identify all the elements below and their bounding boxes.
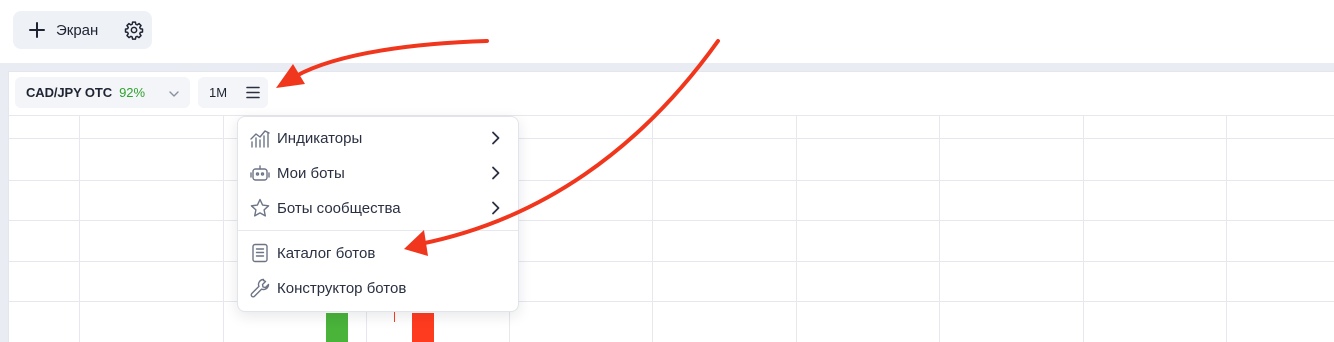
grid-line — [796, 116, 797, 342]
menu-item-label: Конструктор ботов — [277, 279, 407, 297]
chart-area[interactable]: CAD/JPY OTC 92% 1M — [8, 71, 1334, 342]
chevron-down-icon — [168, 87, 180, 99]
menu-item-bot-builder[interactable]: Конструктор ботов — [238, 271, 518, 305]
grid-line — [652, 116, 653, 342]
indicators-icon — [249, 127, 271, 149]
chart-menu-dropdown: Индикаторы Мои боты Боты сообщества Ката… — [237, 116, 519, 312]
grid-line — [9, 220, 1334, 221]
grid-line — [9, 138, 1334, 139]
menu-item-my-bots[interactable]: Мои боты — [238, 156, 518, 190]
gear-icon[interactable] — [124, 20, 144, 40]
menu-item-label: Индикаторы — [277, 129, 363, 147]
chart-frame: CAD/JPY OTC 92% 1M — [0, 63, 1334, 342]
chevron-right-icon — [491, 201, 501, 215]
chevron-right-icon — [491, 166, 501, 180]
grid-line — [1083, 116, 1084, 342]
add-screen-label: Экран — [56, 21, 99, 39]
menu-item-label: Мои боты — [277, 164, 345, 182]
grid-line — [9, 180, 1334, 181]
timeframe-button[interactable]: 1M — [209, 85, 227, 100]
grid-line — [79, 116, 80, 342]
asset-selector[interactable]: CAD/JPY OTC 92% — [15, 77, 190, 108]
top-bar: Экран — [0, 0, 1334, 64]
asset-payout: 92% — [119, 85, 146, 100]
menu-item-label: Каталог ботов — [277, 244, 376, 262]
grid-line — [1226, 116, 1227, 342]
chevron-right-icon — [491, 131, 501, 145]
add-screen-button[interactable]: Экран — [13, 11, 152, 49]
toolbar-separator — [9, 115, 1334, 116]
candle-wick — [394, 312, 395, 322]
plus-icon — [27, 20, 47, 40]
timeframe-group: 1M — [198, 77, 268, 108]
asset-name: CAD/JPY OTC — [26, 85, 113, 100]
hamburger-menu-icon[interactable] — [246, 86, 260, 99]
candle-down — [412, 313, 434, 342]
grid-line — [939, 116, 940, 342]
star-icon — [249, 197, 271, 219]
menu-item-community-bots[interactable]: Боты сообщества — [238, 191, 518, 225]
menu-item-bot-catalog[interactable]: Каталог ботов — [238, 236, 518, 270]
grid-line — [223, 116, 224, 342]
grid-line — [9, 301, 1334, 302]
candle-up — [326, 313, 348, 342]
robot-icon — [249, 162, 271, 184]
menu-divider — [238, 230, 518, 231]
grid-line — [9, 261, 1334, 262]
menu-item-label: Боты сообщества — [277, 199, 401, 217]
book-icon — [249, 242, 271, 264]
menu-item-indicators[interactable]: Индикаторы — [238, 121, 518, 155]
wrench-icon — [249, 277, 271, 299]
